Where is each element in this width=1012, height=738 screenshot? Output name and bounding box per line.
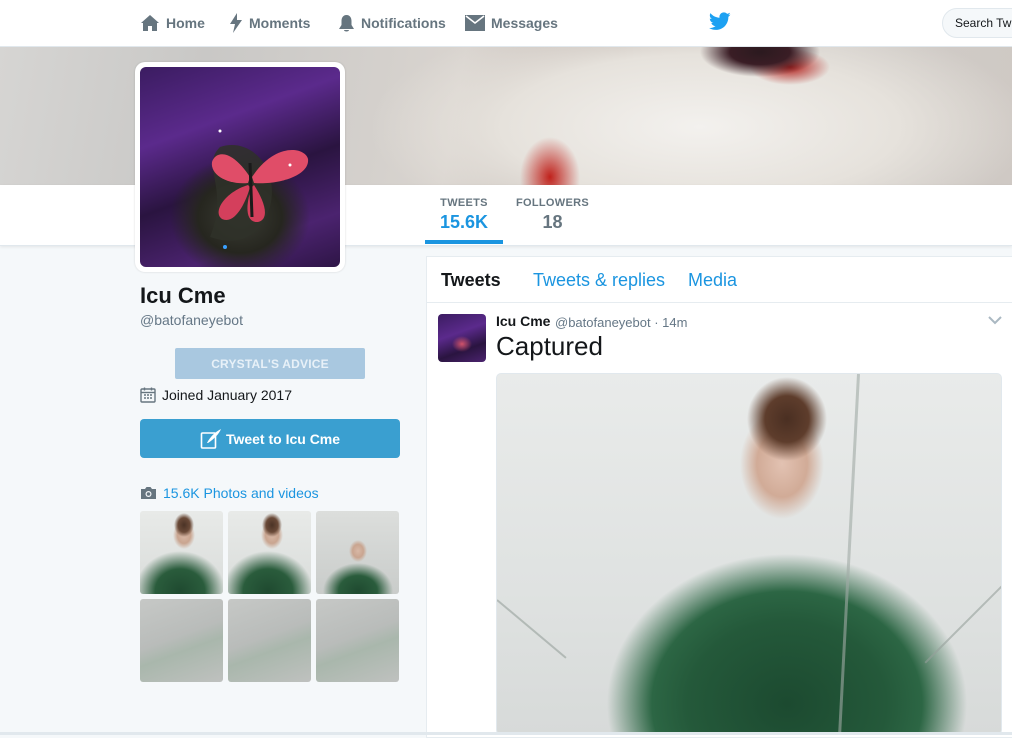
joined-date: Joined January 2017 xyxy=(140,387,292,403)
chevron-down-icon xyxy=(988,316,1002,325)
photo-detail xyxy=(837,374,860,734)
tab-tweets-and-replies[interactable]: Tweets & replies xyxy=(533,270,665,291)
photo-thumbnail[interactable] xyxy=(316,599,399,682)
tweet-to-button[interactable]: Tweet to Icu Cme xyxy=(140,419,400,458)
stat-tweets[interactable]: TWEETS 15.6K xyxy=(425,197,503,233)
camera-icon xyxy=(141,487,156,499)
nav-messages[interactable]: Messages xyxy=(465,0,558,46)
photos-and-videos-link[interactable]: 15.6K Photos and videos xyxy=(140,485,319,501)
envelope-icon xyxy=(465,15,485,31)
nav-home[interactable]: Home xyxy=(140,0,205,46)
profile-name[interactable]: Icu Cme xyxy=(140,283,226,309)
tweet-author-avatar[interactable] xyxy=(438,314,486,362)
photo-detail xyxy=(924,584,1001,664)
calendar-icon xyxy=(140,387,156,403)
tweet-meta[interactable]: @batofaneyebot · 14m xyxy=(555,315,687,330)
joined-date-label: Joined January 2017 xyxy=(162,387,292,403)
bell-icon xyxy=(339,14,354,31)
stat-tweets-label: TWEETS xyxy=(440,197,488,209)
lightning-icon xyxy=(230,13,242,33)
bird-icon xyxy=(709,12,731,30)
nav-notifications[interactable]: Notifications xyxy=(338,0,446,46)
home-icon xyxy=(141,15,159,31)
compose-icon xyxy=(200,428,221,449)
search-input[interactable]: Search Twi xyxy=(942,8,1012,38)
nav-messages-label: Messages xyxy=(491,15,558,31)
stat-tweets-value: 15.6K xyxy=(439,212,489,232)
stat-followers-value: 18 xyxy=(542,212,563,232)
stat-followers[interactable]: FOLLOWERS 18 xyxy=(515,197,590,233)
nav-notifications-label: Notifications xyxy=(361,15,446,31)
active-tab-underline xyxy=(425,240,503,244)
photo-thumbnail[interactable] xyxy=(316,511,399,594)
photo-thumbnail[interactable] xyxy=(228,511,311,594)
avatar[interactable] xyxy=(140,67,340,267)
photo-thumbnail[interactable] xyxy=(228,599,311,682)
tweet-media-photo[interactable] xyxy=(496,373,1002,735)
photo-thumbnail[interactable] xyxy=(140,599,223,682)
photo-thumbnail[interactable] xyxy=(140,511,223,594)
tweet-author-name[interactable]: Icu Cme xyxy=(496,313,550,329)
butterfly-icon xyxy=(210,129,309,249)
crystals-advice-button[interactable]: CRYSTAL'S ADVICE xyxy=(175,348,365,379)
photos-link-label: 15.6K Photos and videos xyxy=(163,485,319,501)
nav-home-label: Home xyxy=(166,15,205,31)
tab-media[interactable]: Media xyxy=(688,270,737,291)
nav-moments[interactable]: Moments xyxy=(229,0,310,46)
tweet-options-caret[interactable] xyxy=(988,312,1002,330)
profile-handle[interactable]: @batofaneyebot xyxy=(140,312,243,328)
tab-tweets[interactable]: Tweets xyxy=(441,270,501,291)
tweet-text: Captured xyxy=(496,331,603,361)
nav-moments-label: Moments xyxy=(249,15,311,31)
photo-detail xyxy=(497,599,567,659)
tweet-to-label: Tweet to Icu Cme xyxy=(225,430,341,447)
stat-followers-label: FOLLOWERS xyxy=(516,197,589,209)
twitter-bird-logo[interactable] xyxy=(709,12,731,36)
